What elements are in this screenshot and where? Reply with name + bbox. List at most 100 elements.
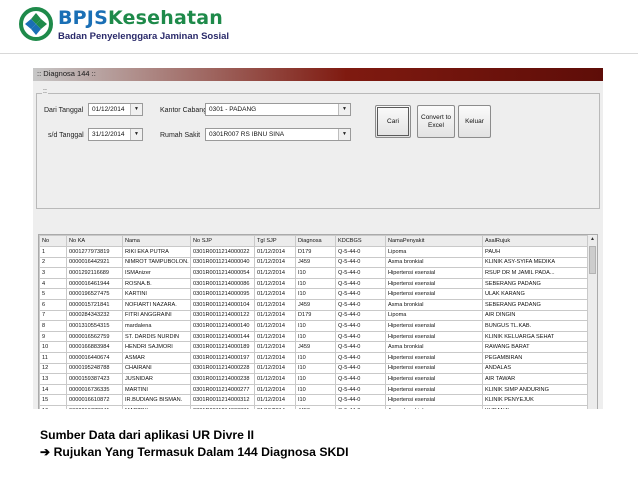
chevron-down-icon[interactable]: ▼ (130, 104, 142, 115)
table-cell: SEBERANG PADANG (482, 298, 590, 311)
table-cell: Q-5-44-0 (335, 341, 386, 353)
convert-to-excel-button[interactable]: Convert to Excel (417, 105, 455, 138)
table-cell: Hipertensi esensial (385, 351, 483, 364)
table-row[interactable]: 3 0001292116689 ISMAnizer 0301R001121400005… (39, 267, 590, 279)
column-header[interactable]: KDCBGS (335, 235, 386, 247)
table-cell: Q-5-44-0 (335, 298, 386, 311)
column-header[interactable]: No SJP (190, 235, 255, 247)
table-row[interactable]: 6 0000015721841 NOFIARTI NAZARA. 0301R00112… (39, 298, 590, 311)
table-row[interactable]: 12 0000195248788 CHAIRANI 0301R001121400022… (39, 362, 590, 375)
table-cell: 0000195248788 (66, 362, 123, 375)
sd-tanggal-picker[interactable]: 31/12/2014 ▼ (88, 128, 143, 141)
table-row[interactable]: 15 0000016610872 IR.BUDIANG BISMAN. 0301R00… (39, 394, 590, 406)
table-cell: 0301R0011214000022 (190, 246, 255, 258)
table-cell: 6 (39, 298, 67, 311)
scrollbar-thumb[interactable] (589, 246, 596, 274)
table-cell: 0000016461944 (66, 277, 123, 290)
chevron-down-icon[interactable]: ▼ (338, 104, 350, 115)
table-cell: 01/12/2014 (254, 330, 296, 343)
table-row[interactable]: 1 0001277973819 RIKI EKA PUTRA 0301R0011214… (39, 246, 590, 258)
table-cell: J459 (295, 256, 336, 269)
table-cell: ST. DARDIS NURDIN (122, 330, 191, 343)
table-cell: IR.BUDIANG BISMAN. (122, 394, 191, 406)
table-row[interactable]: 8 0001310554315 mardalena 0301R001121400014… (39, 320, 590, 332)
table-cell: 10 (39, 341, 67, 353)
table-cell: 01/12/2014 (254, 351, 296, 364)
keluar-button[interactable]: Keluar (458, 105, 491, 138)
column-header[interactable]: Nama (122, 235, 191, 247)
cari-button-label: Cari (387, 117, 399, 125)
filter-panel: :: Dari Tanggal 01/12/2014 ▼ s/d Tanggal… (36, 88, 600, 409)
table-row[interactable]: 11 0000016440674 ASMAR 0301R0011214000197 01… (39, 351, 590, 364)
table-cell: 01/12/2014 (254, 341, 296, 353)
table-cell: 0000159387423 (66, 373, 123, 385)
table-cell: 0000016442921 (66, 256, 123, 269)
column-header[interactable]: NamaPenyakit (385, 235, 483, 247)
table-cell: Hipertensi esensial (385, 320, 483, 332)
table-cell: J459 (295, 298, 336, 311)
table-row[interactable]: 5 0000196527475 KARTINI 0301R0011214000095 0… (39, 288, 590, 300)
table-cell: KLINIK ASY-SYIFA MEDIKA (482, 256, 590, 269)
table-cell: RAWANG BARAT (482, 341, 590, 353)
cari-button[interactable]: Cari (375, 105, 411, 138)
vertical-scrollbar[interactable]: ▲ (587, 235, 597, 409)
dari-tanggal-picker[interactable]: 01/12/2014 ▼ (88, 103, 143, 116)
table-cell: ULAK KARANG (482, 288, 590, 300)
table-cell: 0301R0011214000140 (190, 320, 255, 332)
table-row[interactable]: 2 0000016442921 NIMROT TAMPUBOLON. 0301R001… (39, 256, 590, 269)
table-cell: NIMROT TAMPUBOLON. (122, 256, 191, 269)
column-header[interactable]: No KA (66, 235, 123, 247)
table-cell: Lipoma (385, 309, 483, 322)
table-cell: I10 (295, 320, 336, 332)
sd-tanggal-label: s/d Tanggal (48, 132, 84, 139)
column-header[interactable]: No (39, 235, 67, 247)
table-cell: I10 (295, 277, 336, 290)
table-cell: Q-5-44-0 (335, 256, 386, 269)
table-row[interactable]: 14 0000016736335 MARTINI 0301R0011214000277… (39, 383, 590, 396)
convert-button-label: Convert to Excel (421, 113, 451, 129)
brand-subtitle: Badan Penyelenggara Jaminan Sosial (58, 31, 230, 42)
column-header[interactable]: Diagnosa (295, 235, 336, 247)
chevron-down-icon[interactable]: ▼ (338, 129, 350, 140)
rumah-sakit-label: Rumah Sakit (160, 132, 201, 139)
table-cell: I10 (295, 373, 336, 385)
rumah-sakit-select[interactable]: 0301R007 RS IBNU SINA ▼ (205, 128, 351, 141)
table-cell: I10 (295, 362, 336, 375)
table-row[interactable]: 4 0000016461944 ROSNA.B. 0301R0011214000086… (39, 277, 590, 290)
table-cell: PEGAMBIRAN (482, 351, 590, 364)
table-cell: Hipertensi esensial (385, 267, 483, 279)
table-cell: Q-5-44-0 (335, 394, 386, 406)
table-cell: AIR DINGIN (482, 309, 590, 322)
keluar-button-label: Keluar (465, 117, 484, 125)
table-cell: Q-5-44-0 (335, 351, 386, 364)
table-cell: JUSNIDAR (122, 373, 191, 385)
table-cell: 0001292116689 (66, 267, 123, 279)
table-row[interactable]: 7 0000284343232 FITRI ANGGRAINI 0301R001121… (39, 309, 590, 322)
table-row[interactable]: 9 0000016562759 ST. DARDIS NURDIN 0301R0011… (39, 330, 590, 343)
table-row[interactable]: 13 0000159387423 JUSNIDAR 0301R001121400023… (39, 373, 590, 385)
kantor-cabang-label: Kantor Cabang (160, 107, 208, 114)
table-cell: ROSNA.B. (122, 277, 191, 290)
table-cell: I10 (295, 330, 336, 343)
table-cell: 0301R0011214000277 (190, 383, 255, 396)
table-cell: 2 (39, 256, 67, 269)
table-cell: 01/12/2014 (254, 362, 296, 375)
table-cell: D179 (295, 246, 336, 258)
column-header[interactable]: Tgl SJP (254, 235, 296, 247)
kantor-cabang-select[interactable]: 0301 - PADANG ▼ (205, 103, 351, 116)
chevron-down-icon[interactable]: ▼ (130, 129, 142, 140)
table-cell: mardalena (122, 320, 191, 332)
column-header[interactable]: AsalRujuk (482, 235, 590, 247)
table-cell: KLINIK SIMP ANDURING (482, 383, 590, 396)
scroll-up-icon[interactable]: ▲ (588, 235, 597, 244)
dari-tanggal-value: 01/12/2014 (92, 106, 125, 113)
table-row[interactable]: 160000016778341MARTINI0301R0011214000331… (39, 404, 590, 409)
table-cell: 0301R0011214000238 (190, 373, 255, 385)
table-cell: Q-5-44-0 (335, 277, 386, 290)
table-cell: Asma bronkial (385, 298, 483, 311)
table-cell: D179 (295, 309, 336, 322)
table-cell: 01/12/2014 (254, 309, 296, 322)
table-cell: 0000015721841 (66, 298, 123, 311)
table-cell: Asma bronkial (385, 256, 483, 269)
table-row[interactable]: 10 0000166883984 HENDRI SAJMORI 0301R001121… (39, 341, 590, 353)
